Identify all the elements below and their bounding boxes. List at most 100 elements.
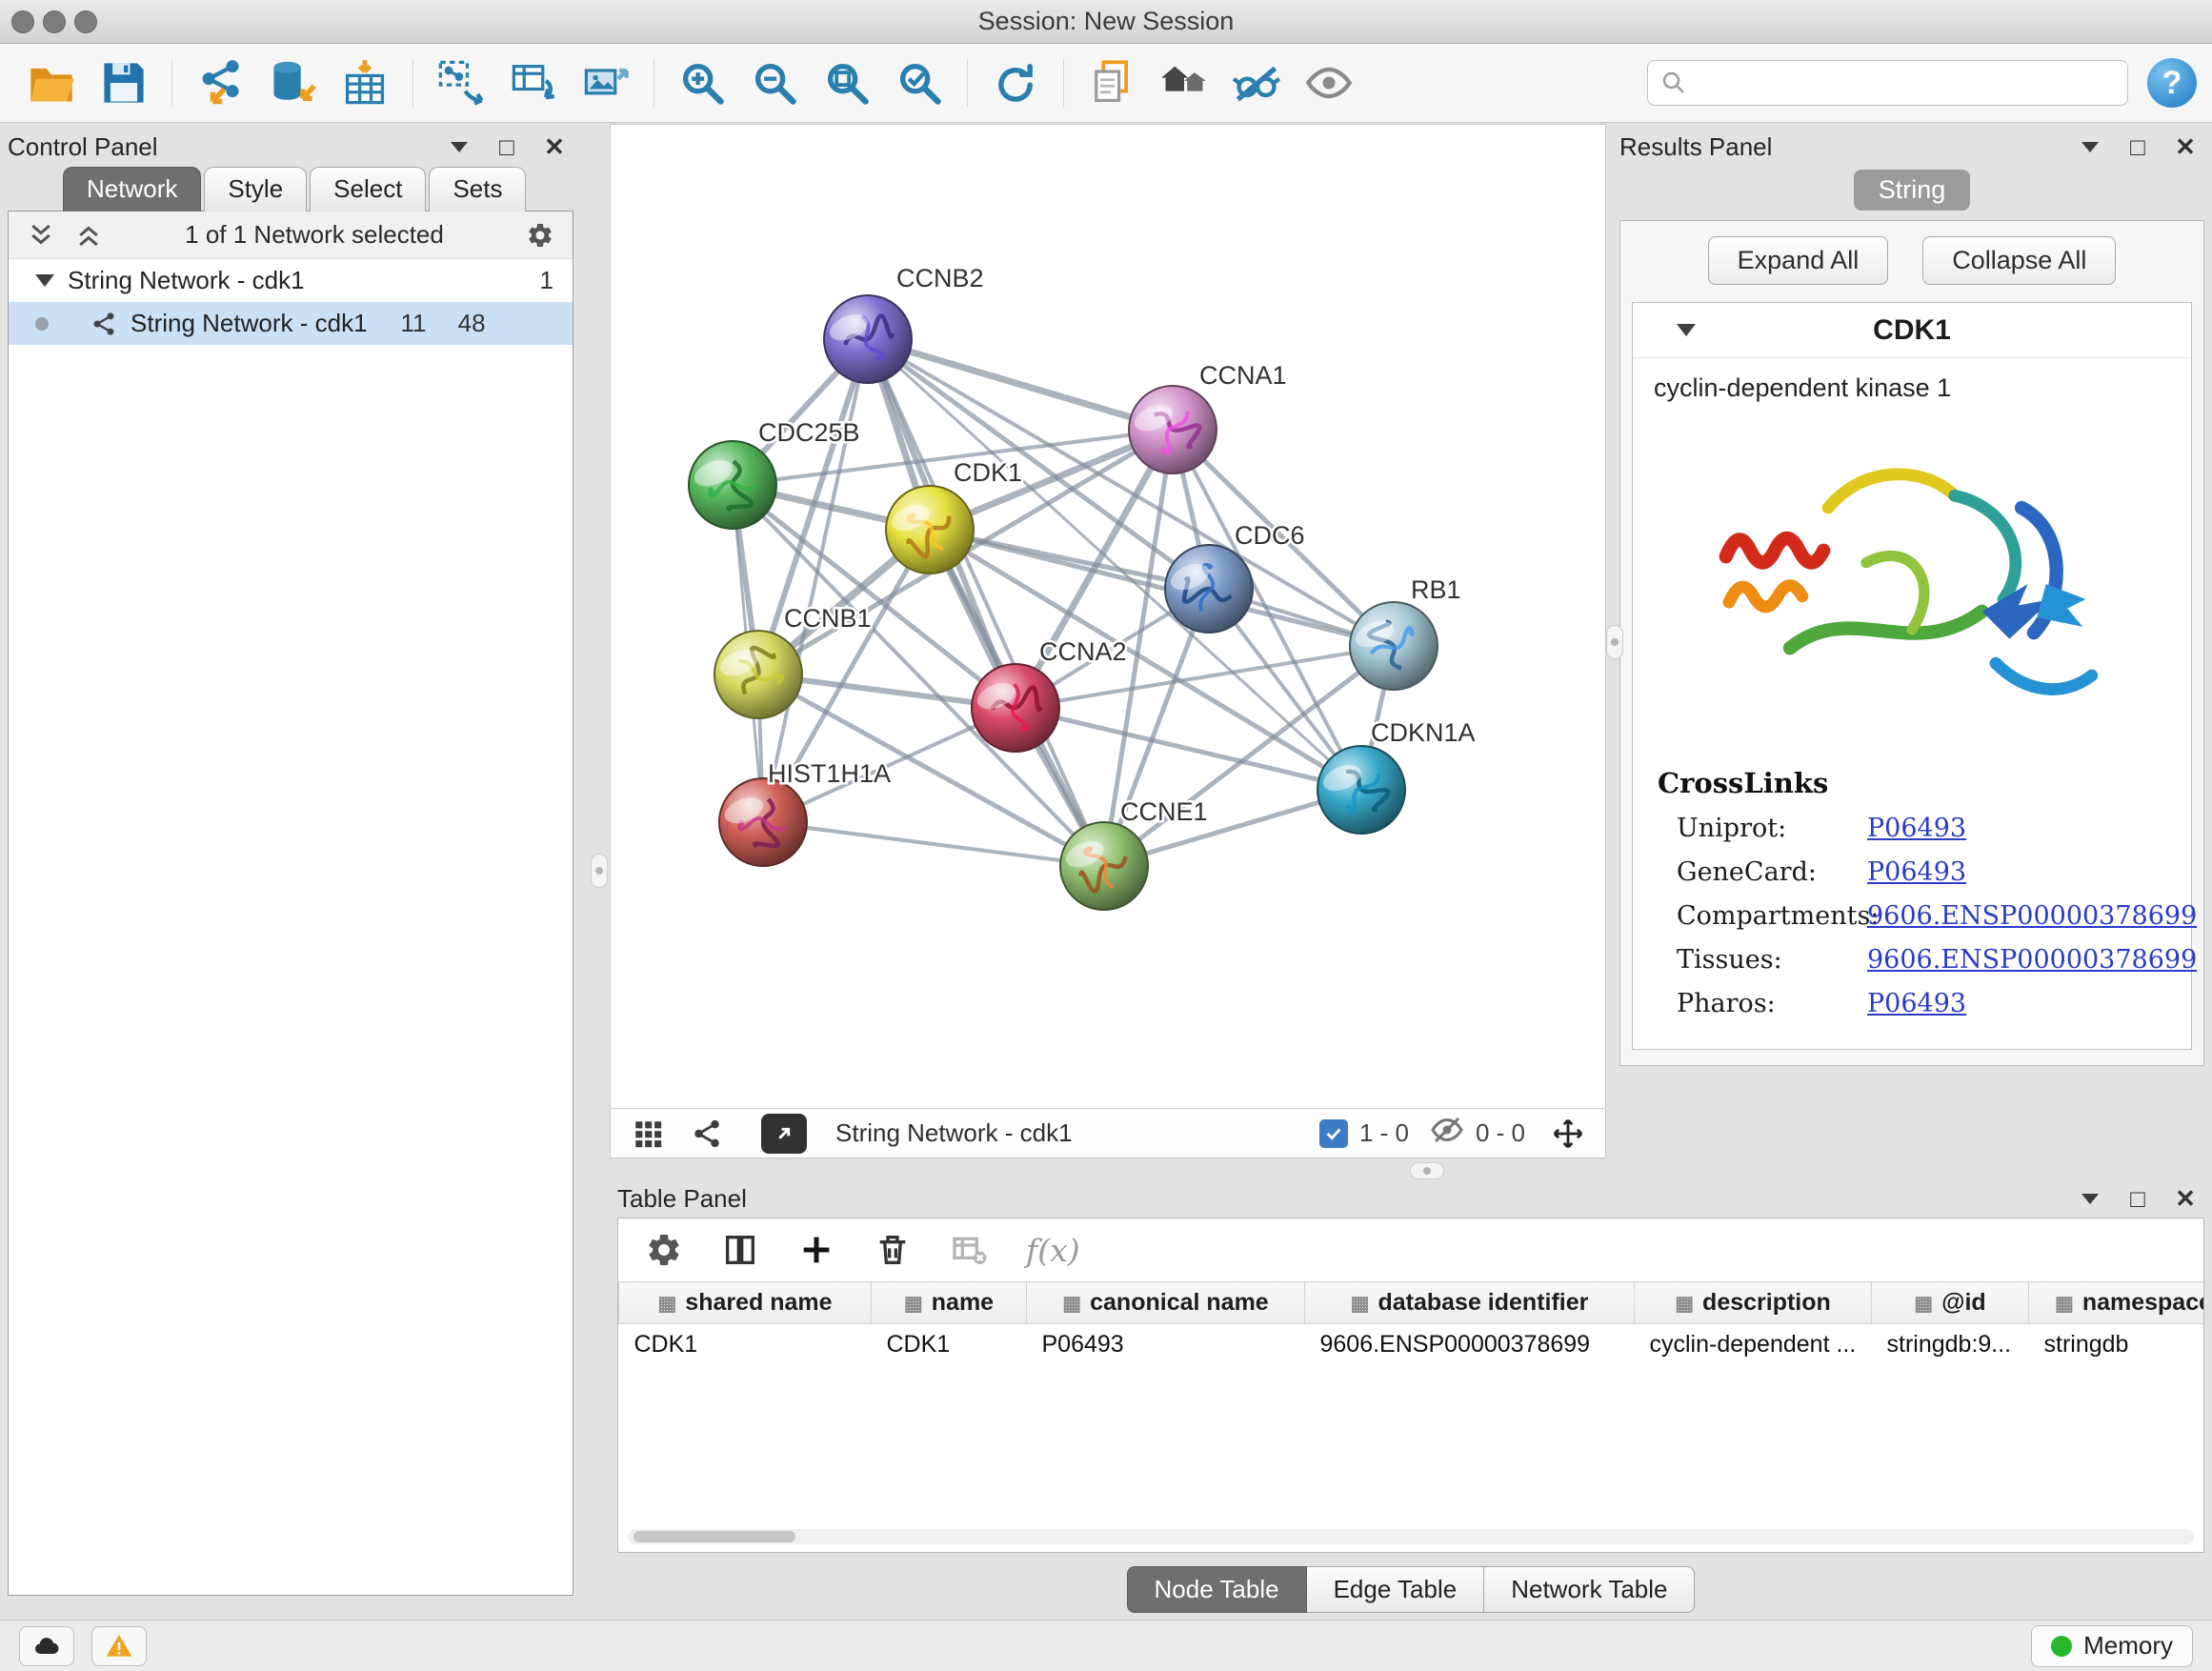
splitter-handle[interactable] xyxy=(1606,625,1623,659)
save-session-button[interactable] xyxy=(88,51,160,114)
network-options-gear-button[interactable] xyxy=(521,216,559,254)
control-panel-float-button[interactable]: □ xyxy=(488,131,526,163)
function-builder-button[interactable]: f(x) xyxy=(1026,1232,1080,1269)
network-graph[interactable]: CCNB2CCNA1CDC25BCDK1CDC6RB1CCNB1CCNA2CDK… xyxy=(611,125,1605,1108)
collapse-section-icon[interactable] xyxy=(1677,324,1696,336)
node-CDC25B[interactable] xyxy=(689,441,776,529)
crosslink-value-link[interactable]: 9606.ENSP00000378699 xyxy=(1867,938,2197,982)
results-panel-menu-button[interactable] xyxy=(2071,131,2109,163)
crosslink-value-link[interactable]: P06493 xyxy=(1867,982,1966,1026)
tab-select[interactable]: Select xyxy=(310,167,426,211)
column-header[interactable]: ▦database identifier xyxy=(1305,1282,1635,1324)
node-HIST1H1A[interactable] xyxy=(719,778,807,866)
tab-string[interactable]: String xyxy=(1854,170,1971,211)
control-panel-close-button[interactable]: ✕ xyxy=(535,131,573,163)
hidden-indicator-icon[interactable] xyxy=(1430,1113,1464,1154)
external-link-icon xyxy=(771,1120,797,1147)
table-panel-float-button[interactable]: □ xyxy=(2119,1182,2157,1215)
table-panel-close-button[interactable]: ✕ xyxy=(2166,1182,2204,1215)
warnings-button[interactable] xyxy=(91,1626,147,1666)
collapse-all-tree-button[interactable] xyxy=(70,216,108,254)
open-in-browser-button[interactable] xyxy=(761,1114,807,1154)
zoom-out-button[interactable] xyxy=(738,51,811,114)
node-CDK1[interactable] xyxy=(886,486,974,574)
edge-CCNB2-CCNE1[interactable] xyxy=(868,339,1104,866)
toolbar-search[interactable] xyxy=(1647,60,2128,106)
column-header[interactable]: ▦@id xyxy=(1872,1282,2029,1324)
tab-edge-table[interactable]: Edge Table xyxy=(1307,1566,1485,1613)
node-CCNA1[interactable] xyxy=(1129,386,1217,473)
apply-layout-button[interactable] xyxy=(979,51,1052,114)
zoom-window-button[interactable] xyxy=(74,10,97,33)
copy-document-button[interactable] xyxy=(1076,51,1148,114)
selected-indicator-checkbox[interactable] xyxy=(1319,1119,1348,1148)
tab-style[interactable]: Style xyxy=(204,167,307,211)
expand-all-button[interactable]: Expand All xyxy=(1708,236,1889,285)
column-header[interactable]: ▦namespace xyxy=(2029,1282,2204,1324)
table-panel-menu-button[interactable] xyxy=(2071,1182,2109,1215)
add-column-button[interactable] xyxy=(797,1231,835,1269)
collapse-triangle-icon[interactable] xyxy=(35,274,54,287)
node-CCNB1[interactable] xyxy=(714,631,802,718)
results-panel-close-button[interactable]: ✕ xyxy=(2166,131,2204,163)
network-collection-row[interactable]: String Network - cdk1 1 xyxy=(9,259,573,302)
grid-view-button[interactable] xyxy=(626,1114,670,1154)
collapse-all-button[interactable]: Collapse All xyxy=(1922,236,2116,285)
network-row[interactable]: String Network - cdk1 11 48 xyxy=(9,302,573,345)
tab-node-table[interactable]: Node Table xyxy=(1127,1566,1307,1613)
zoom-in-button[interactable] xyxy=(666,51,738,114)
network-canvas[interactable]: CCNB2CCNA1CDC25BCDK1CDC6RB1CCNB1CCNA2CDK… xyxy=(611,125,1605,1108)
node-RB1[interactable] xyxy=(1350,602,1438,690)
splitter-handle[interactable] xyxy=(591,854,608,888)
table-row[interactable]: CDK1CDK1P064939606.ENSP00000378699cyclin… xyxy=(619,1324,2204,1366)
zoom-fit-button[interactable] xyxy=(811,51,883,114)
legend-button[interactable] xyxy=(1148,51,1220,114)
column-header[interactable]: ▦description xyxy=(1635,1282,1872,1324)
hide-selected-button[interactable] xyxy=(1220,51,1293,114)
edge-CCNB2-CCNA1[interactable] xyxy=(868,339,1173,430)
tab-network-table[interactable]: Network Table xyxy=(1484,1566,1695,1613)
splitter-handle[interactable] xyxy=(1410,1162,1444,1179)
close-window-button[interactable] xyxy=(11,10,34,33)
search-input[interactable] xyxy=(1698,69,2116,98)
control-panel-menu-button[interactable] xyxy=(440,131,478,163)
node-CDKN1A[interactable] xyxy=(1317,746,1405,834)
help-button[interactable]: ? xyxy=(2147,58,2197,108)
crosslink-value-link[interactable]: P06493 xyxy=(1867,807,1966,851)
import-table-button[interactable] xyxy=(329,51,401,114)
expand-all-tree-button[interactable] xyxy=(22,216,60,254)
results-panel-float-button[interactable]: □ xyxy=(2119,131,2157,163)
show-all-button[interactable] xyxy=(1293,51,1365,114)
crosslink-value-link[interactable]: 9606.ENSP00000378699 xyxy=(1867,895,2197,938)
tab-sets[interactable]: Sets xyxy=(429,167,526,211)
node-CCNA2[interactable] xyxy=(972,664,1059,752)
delete-column-button[interactable] xyxy=(874,1231,912,1269)
horizontal-scrollbar-thumb[interactable] xyxy=(633,1531,795,1542)
tab-network[interactable]: Network xyxy=(63,167,201,211)
table-panel-title: Table Panel xyxy=(617,1184,747,1214)
column-header[interactable]: ▦canonical name xyxy=(1027,1282,1305,1324)
table-from-network-button[interactable] xyxy=(497,51,570,114)
open-session-button[interactable] xyxy=(15,51,88,114)
import-network-file-button[interactable] xyxy=(184,51,256,114)
delete-table-button[interactable] xyxy=(950,1231,988,1269)
minimize-window-button[interactable] xyxy=(43,10,66,33)
pan-tool-button[interactable] xyxy=(1546,1114,1590,1154)
zoom-selected-button[interactable] xyxy=(883,51,955,114)
move-crosshair-icon xyxy=(1552,1117,1584,1150)
memory-button[interactable]: Memory xyxy=(2031,1625,2193,1667)
cloud-status-button[interactable] xyxy=(19,1626,74,1666)
network-from-selection-button[interactable] xyxy=(425,51,497,114)
crosslink-value-link[interactable]: P06493 xyxy=(1867,851,1966,895)
show-columns-button[interactable] xyxy=(721,1231,759,1269)
export-image-button[interactable] xyxy=(570,51,642,114)
node-CCNE1[interactable] xyxy=(1060,822,1148,910)
string-settings-button[interactable] xyxy=(685,1114,729,1154)
node-CDC6[interactable] xyxy=(1165,545,1253,633)
column-header[interactable]: ▦shared name xyxy=(619,1282,872,1324)
node-CCNB2[interactable] xyxy=(824,295,912,383)
table-options-gear-button[interactable] xyxy=(645,1231,683,1269)
column-header[interactable]: ▦name xyxy=(872,1282,1027,1324)
edge-HIST1H1A-CCNE1[interactable] xyxy=(763,822,1104,866)
import-network-database-button[interactable] xyxy=(256,51,329,114)
